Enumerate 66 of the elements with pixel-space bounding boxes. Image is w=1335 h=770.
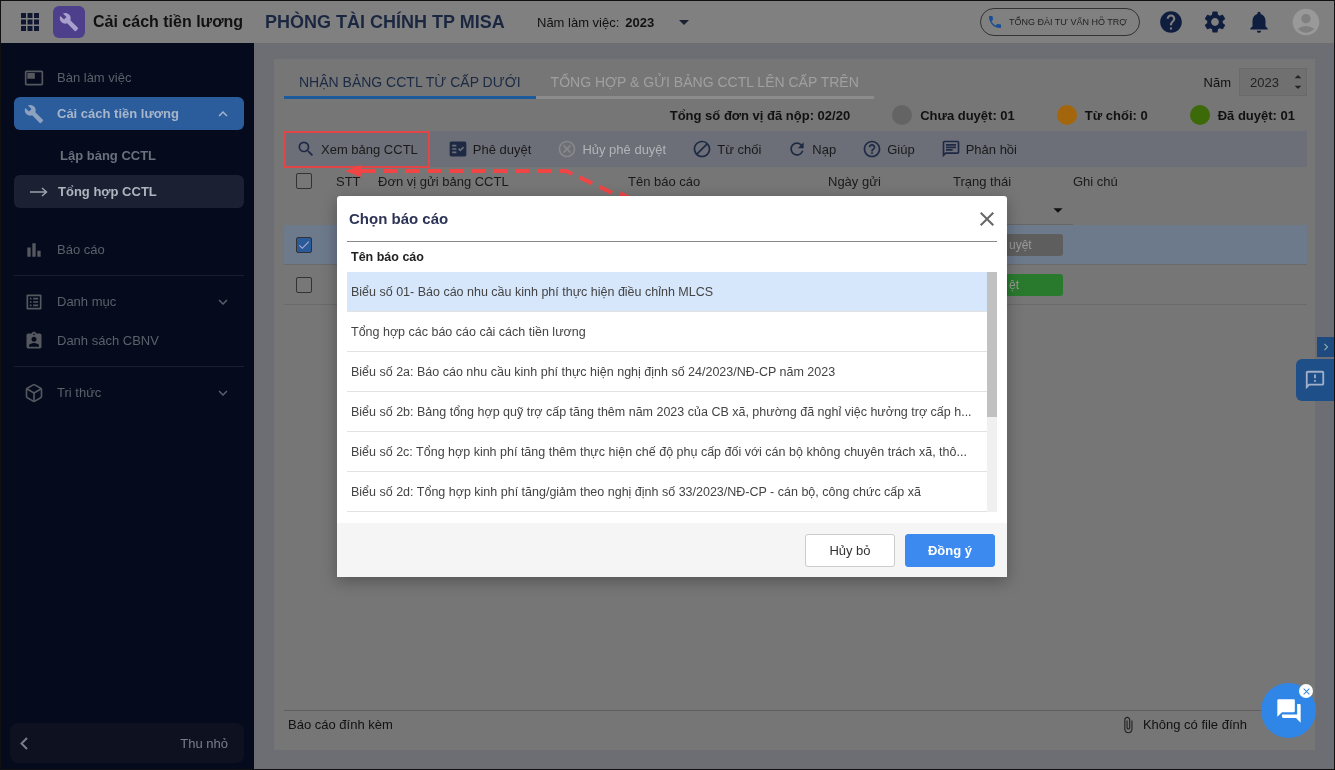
arrow-right-icon bbox=[30, 186, 48, 197]
sidebar-item[interactable]: Báo cáo bbox=[14, 230, 244, 269]
column-header: Tên báo cáo bbox=[350, 249, 425, 266]
sidebar-item[interactable]: Tri thức bbox=[14, 373, 244, 412]
dialog-title: Chọn báo cáo bbox=[349, 210, 449, 227]
column-header: Trạng thái bbox=[953, 173, 1013, 189]
status-count: Chưa duyệt: 01 bbox=[920, 107, 1015, 123]
chat-close-button[interactable] bbox=[1299, 684, 1313, 698]
toolbar-button[interactable]: Phản hồi bbox=[928, 130, 1029, 168]
column-header: STT bbox=[336, 173, 362, 189]
column-header: Ghi chú bbox=[1073, 173, 1119, 189]
tab[interactable]: NHẬN BẢNG CCTL TỪ CẤP DƯỚI bbox=[284, 67, 536, 99]
toolbar-button[interactable]: Giúp bbox=[850, 130, 927, 168]
collapse-button[interactable]: Thu nhỏ bbox=[10, 723, 244, 763]
help-icon[interactable] bbox=[1158, 9, 1184, 35]
side-panel-toggle[interactable] bbox=[1317, 337, 1334, 357]
sidebar-item[interactable]: Danh mục bbox=[14, 282, 244, 321]
checkbox[interactable] bbox=[296, 276, 312, 293]
phone-icon bbox=[986, 14, 1003, 30]
help-icon bbox=[862, 139, 883, 159]
status-count: Đã duyệt: 01 bbox=[1217, 107, 1295, 123]
toolbar-button[interactable]: Xem bảng CCTL bbox=[284, 130, 430, 168]
wrench-icon bbox=[24, 103, 44, 124]
attachments-label: Báo cáo đính kèm bbox=[288, 717, 393, 732]
search-icon bbox=[296, 139, 316, 159]
cancel-button[interactable]: Hủy bỏ bbox=[805, 533, 895, 567]
chat-bubbles-icon bbox=[1274, 696, 1303, 725]
scrollbar[interactable] bbox=[987, 272, 997, 512]
toolbar-button[interactable]: Nạp bbox=[775, 130, 849, 168]
settings-icon[interactable] bbox=[1202, 9, 1228, 35]
checkbox[interactable] bbox=[296, 173, 312, 189]
app-title: Cải cách tiền lương bbox=[93, 13, 245, 31]
year-value[interactable]: 2023 bbox=[625, 14, 655, 30]
column-header: Đơn vị gửi bảng CCTL bbox=[378, 173, 510, 189]
id-card-icon bbox=[24, 330, 44, 351]
attachments-status: Không có file đính bbox=[1142, 717, 1247, 732]
app-grid-icon[interactable] bbox=[21, 13, 39, 31]
sidebar-item[interactable]: Bàn làm việc bbox=[14, 58, 244, 97]
organization-title: PHÒNG TÀI CHÍNH TP MISA bbox=[265, 11, 506, 33]
checklist-icon bbox=[447, 139, 468, 159]
year-label: Năm bbox=[1203, 74, 1231, 90]
sidebar-item[interactable]: Danh sách CBNV bbox=[14, 321, 244, 360]
chat-icon bbox=[940, 139, 961, 159]
cancel-icon bbox=[557, 139, 578, 159]
toolbar-button[interactable]: Phê duyệt bbox=[435, 130, 544, 168]
column-header: Tên báo cáo bbox=[628, 173, 702, 189]
app-logo-icon bbox=[53, 6, 85, 38]
feedback-icon bbox=[1304, 369, 1326, 391]
sidebar-item[interactable]: Cải cách tiền lương bbox=[14, 97, 244, 130]
status-count: Từ chối: 0 bbox=[1084, 107, 1148, 123]
feedback-button[interactable] bbox=[1296, 359, 1334, 401]
column-header: Ngày gửi bbox=[828, 173, 882, 189]
checkbox[interactable] bbox=[296, 236, 312, 253]
sidebar-subitem[interactable]: Lập bảng CCTL bbox=[14, 136, 244, 175]
block-icon bbox=[692, 139, 713, 159]
year-spinner[interactable]: 2023 bbox=[1239, 68, 1307, 96]
confirm-button[interactable]: Đồng ý bbox=[905, 533, 995, 567]
status-badge: ệt bbox=[1007, 273, 1063, 296]
toolbar-button[interactable]: Từ chối bbox=[680, 130, 774, 168]
submitted-count: Tổng số đơn vị đã nộp: 02/20 bbox=[669, 107, 851, 123]
year-label: Năm làm việc: bbox=[537, 14, 620, 30]
status-badge: uyệt bbox=[1007, 233, 1063, 256]
cube-icon bbox=[24, 382, 44, 403]
chevron-left-icon bbox=[20, 736, 28, 750]
sidebar-subitem[interactable]: Tổng hợp CCTL bbox=[14, 175, 244, 208]
report-row[interactable]: Biểu số 01- Báo cáo nhu cầu kinh phí thực hiện điều chỉnh MLCS bbox=[347, 272, 987, 312]
